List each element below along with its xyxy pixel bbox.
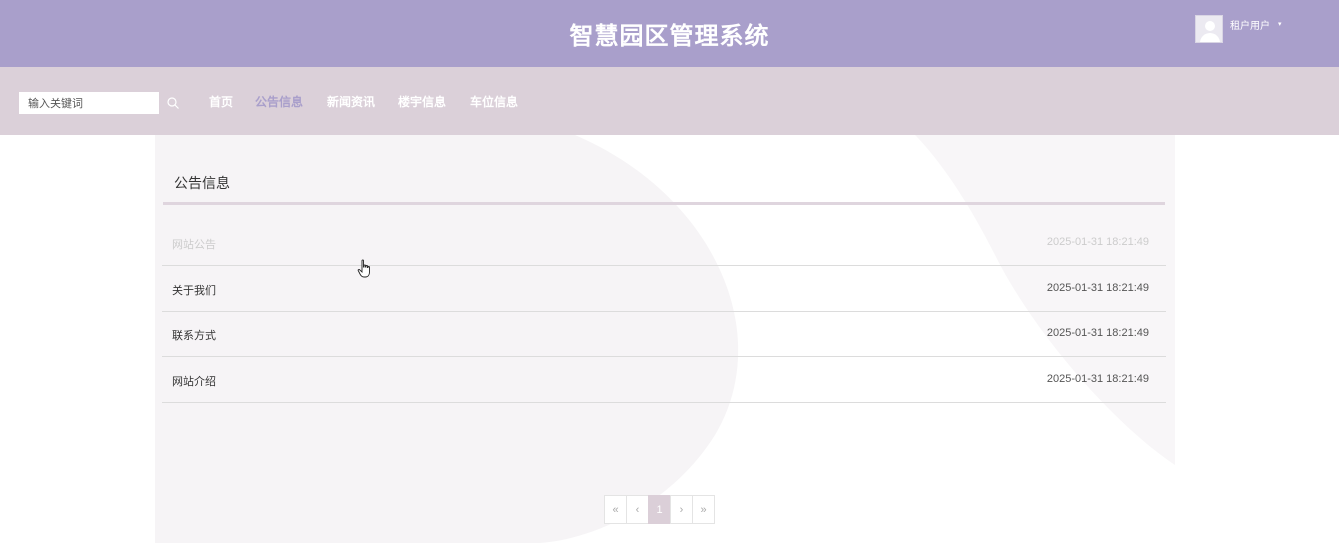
last-page-button[interactable]: » <box>692 495 715 524</box>
first-page-button[interactable]: « <box>604 495 627 524</box>
search-icon[interactable] <box>166 96 180 110</box>
chevron-down-icon[interactable]: ▾ <box>1278 20 1282 28</box>
nav-news[interactable]: 新闻资讯 <box>327 93 375 110</box>
avatar[interactable] <box>1195 15 1223 43</box>
search-input[interactable] <box>19 92 159 114</box>
list-item-title[interactable]: 关于我们 <box>172 282 216 298</box>
user-name[interactable]: 租户用户 <box>1230 17 1270 32</box>
list-item[interactable]: 网站公告 2025-01-31 18:21:49 <box>162 220 1166 266</box>
page-title: 公告信息 <box>174 176 230 192</box>
list-item[interactable]: 关于我们 2025-01-31 18:21:49 <box>162 266 1166 312</box>
pagination: « ‹ 1 › » <box>604 495 715 524</box>
divider <box>163 202 1165 205</box>
nav-announcements[interactable]: 公告信息 <box>255 93 303 110</box>
nav-buildings[interactable]: 楼宇信息 <box>398 93 446 110</box>
nav-bar: 首页 公告信息 新闻资讯 楼宇信息 车位信息 <box>0 67 1339 135</box>
hand-cursor-icon <box>357 259 370 278</box>
list-item[interactable]: 网站介绍 2025-01-31 18:21:49 <box>162 357 1166 403</box>
list-item-title[interactable]: 联系方式 <box>172 327 216 343</box>
list-item-date: 2025-01-31 18:21:49 <box>1046 327 1149 339</box>
header-bar: 智慧园区管理系统 租户用户 ▾ <box>0 0 1339 67</box>
nav-home[interactable]: 首页 <box>209 93 233 110</box>
list-item-date: 2025-01-31 18:21:49 <box>1046 282 1149 294</box>
user-menu[interactable]: 租户用户 ▾ <box>1195 15 1282 45</box>
list-item-date: 2025-01-31 18:21:49 <box>1046 236 1149 248</box>
current-page-button[interactable]: 1 <box>648 495 671 524</box>
prev-page-button[interactable]: ‹ <box>626 495 649 524</box>
list-item-date: 2025-01-31 18:21:49 <box>1046 373 1149 385</box>
list-item[interactable]: 联系方式 2025-01-31 18:21:49 <box>162 311 1166 357</box>
nav-parking[interactable]: 车位信息 <box>470 93 518 110</box>
site-title: 智慧园区管理系统 <box>569 22 770 50</box>
list-item-title[interactable]: 网站介绍 <box>172 373 216 389</box>
list-item-title[interactable]: 网站公告 <box>172 236 216 252</box>
next-page-button[interactable]: › <box>670 495 693 524</box>
